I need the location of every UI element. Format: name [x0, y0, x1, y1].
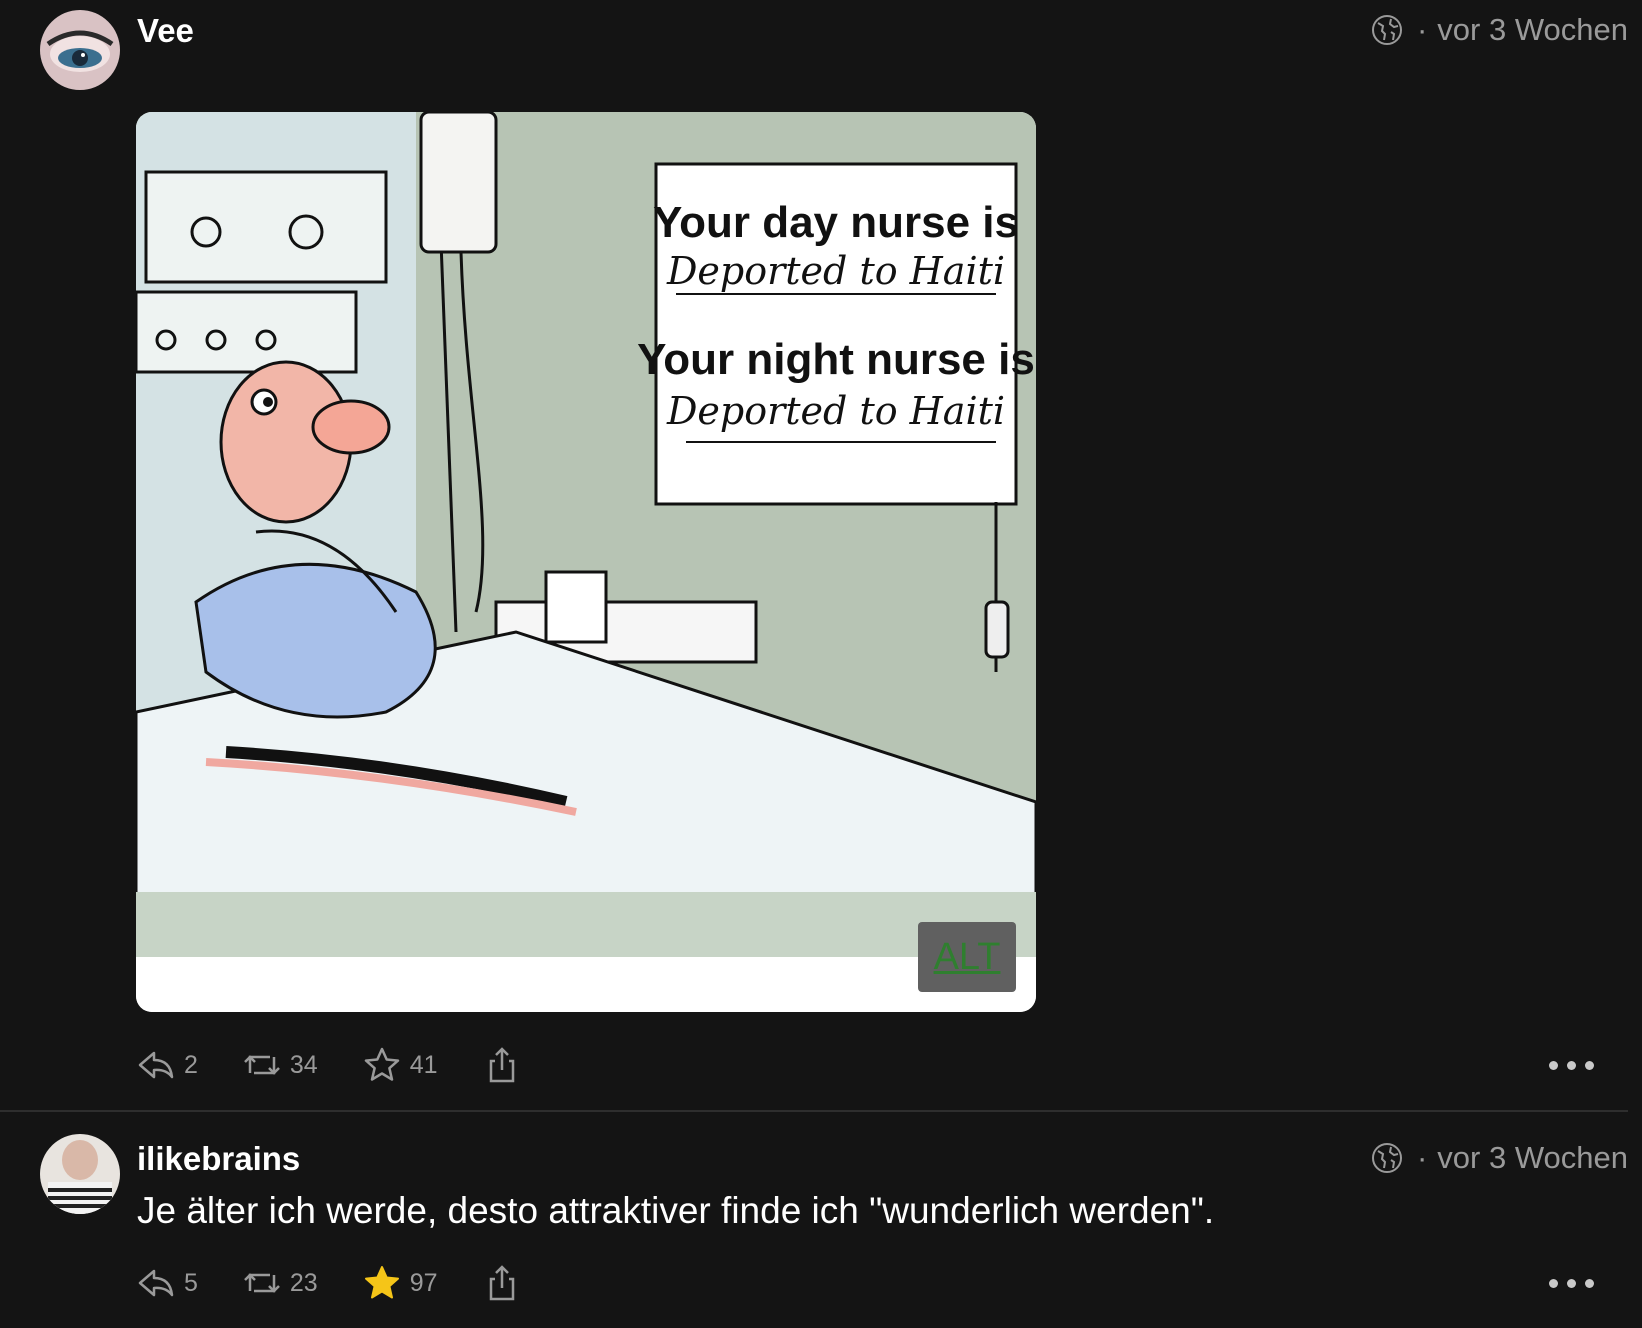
avatar-image: [40, 10, 120, 90]
boost-count: 34: [289, 1050, 318, 1079]
sign-line-1: Your day nurse is: [653, 198, 1019, 247]
post-vee: Vee · vor 3 Wochen Your day nurse is Dep…: [0, 0, 1642, 1110]
sign-line-3: Your night nurse is: [637, 335, 1035, 384]
favourite-count: 97: [409, 1268, 438, 1297]
action-bar: 5 23 97: [136, 1258, 1642, 1308]
action-bar: 2 34 41: [136, 1040, 1642, 1090]
reply-count: 2: [184, 1050, 198, 1079]
boost-count: 23: [289, 1268, 318, 1297]
alt-text-button[interactable]: ALT: [918, 922, 1016, 992]
cartoon-illustration: Your day nurse is Deported to Haiti Your…: [136, 112, 1036, 1012]
more-options-button[interactable]: [1549, 1278, 1594, 1288]
author-name[interactable]: Vee: [137, 12, 194, 50]
favourite-count: 41: [409, 1050, 438, 1079]
globe-icon: [1371, 15, 1402, 45]
share-button[interactable]: [482, 1045, 530, 1085]
timestamp[interactable]: vor 3 Wochen: [1437, 1140, 1628, 1176]
star-filled-icon: [364, 1266, 399, 1299]
author-name[interactable]: ilikebrains: [137, 1140, 300, 1178]
sign-line-2: Deported to Haiti: [666, 249, 1005, 293]
share-icon: [489, 1265, 514, 1301]
more-options-button[interactable]: [1549, 1060, 1594, 1070]
avatar[interactable]: [40, 1134, 120, 1214]
post-meta: · vor 3 Wochen: [1371, 12, 1628, 48]
boost-icon: [244, 1055, 280, 1075]
post-image[interactable]: Your day nurse is Deported to Haiti Your…: [136, 112, 1036, 1012]
share-button[interactable]: [482, 1263, 530, 1303]
post-meta: · vor 3 Wochen: [1371, 1140, 1628, 1176]
boost-button[interactable]: 34: [242, 1045, 318, 1085]
reply-button[interactable]: 5: [136, 1263, 198, 1303]
star-icon: [364, 1047, 399, 1081]
boost-icon: [244, 1273, 280, 1293]
reply-icon: [138, 1269, 174, 1297]
reply-button[interactable]: 2: [136, 1045, 198, 1085]
share-icon: [489, 1047, 514, 1083]
favourite-button[interactable]: 97: [362, 1263, 438, 1303]
globe-icon: [1371, 1143, 1402, 1173]
reply-count: 5: [184, 1268, 198, 1297]
boost-button[interactable]: 23: [242, 1263, 318, 1303]
post-text: Je älter ich werde, desto attraktiver fi…: [137, 1190, 1215, 1231]
avatar-image: [40, 1134, 120, 1214]
timestamp[interactable]: vor 3 Wochen: [1437, 12, 1628, 48]
favourite-button[interactable]: 41: [362, 1045, 438, 1085]
avatar[interactable]: [40, 10, 120, 90]
sign-line-4: Deported to Haiti: [666, 389, 1005, 433]
reply-icon: [138, 1051, 174, 1079]
